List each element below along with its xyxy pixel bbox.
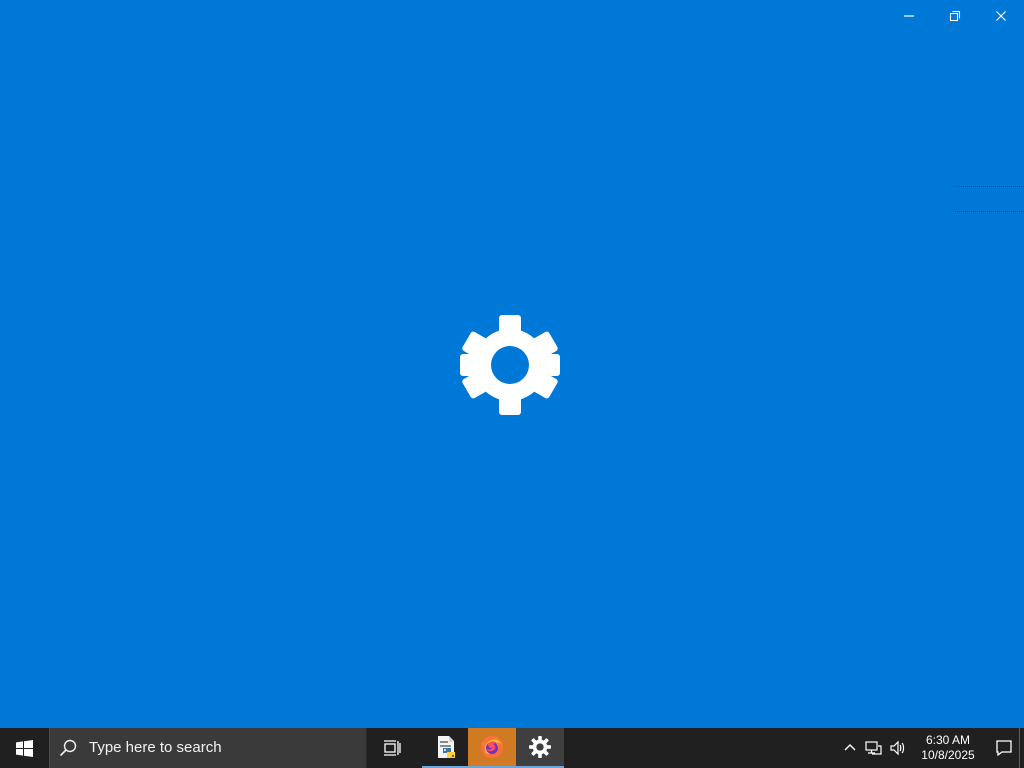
clock-date: 10/8/2025 [921, 748, 975, 762]
task-view-icon [384, 740, 401, 756]
python-file-icon [438, 736, 455, 758]
close-button[interactable] [978, 0, 1024, 32]
close-icon [996, 11, 1006, 21]
restore-icon [949, 10, 961, 22]
search-placeholder: Type here to search [89, 739, 222, 756]
taskbar-search-box[interactable]: Type here to search [49, 728, 367, 768]
start-button[interactable] [0, 728, 48, 768]
chevron-up-icon [844, 744, 856, 751]
taskbar-clock[interactable]: 6:30 AM 10/8/2025 [911, 728, 985, 768]
notification-center-button[interactable] [984, 728, 1024, 768]
windows-logo-icon [15, 739, 33, 757]
window-controls [886, 0, 1024, 32]
task-view-button[interactable] [368, 728, 416, 768]
restore-button[interactable] [932, 0, 978, 32]
minimize-icon [904, 15, 914, 17]
taskbar: Type here to search 6:30 AM 10/8/2025 [0, 728, 1024, 768]
dotted-divider [955, 186, 1024, 187]
firefox-taskbar-button[interactable] [468, 728, 516, 768]
clock-time: 6:30 AM [925, 733, 971, 747]
network-icon [865, 741, 882, 755]
hidden-icons-button[interactable] [839, 728, 861, 768]
minimize-button[interactable] [886, 0, 932, 32]
volume-button[interactable] [886, 728, 910, 768]
desktop-screen: Type here to search 6:30 AM 10/8/2025 [0, 0, 1024, 768]
dotted-divider [955, 211, 1024, 212]
python-file-taskbar-button[interactable] [422, 728, 470, 768]
search-icon [59, 738, 79, 758]
settings-taskbar-button[interactable] [516, 728, 564, 768]
settings-splash-window [0, 0, 1024, 728]
settings-gear-icon [529, 736, 551, 758]
show-desktop-button[interactable] [1019, 728, 1024, 768]
firefox-icon [481, 736, 503, 758]
volume-icon [890, 740, 905, 756]
notification-icon [996, 740, 1012, 757]
settings-gear-icon [460, 315, 560, 415]
network-button[interactable] [861, 728, 885, 768]
